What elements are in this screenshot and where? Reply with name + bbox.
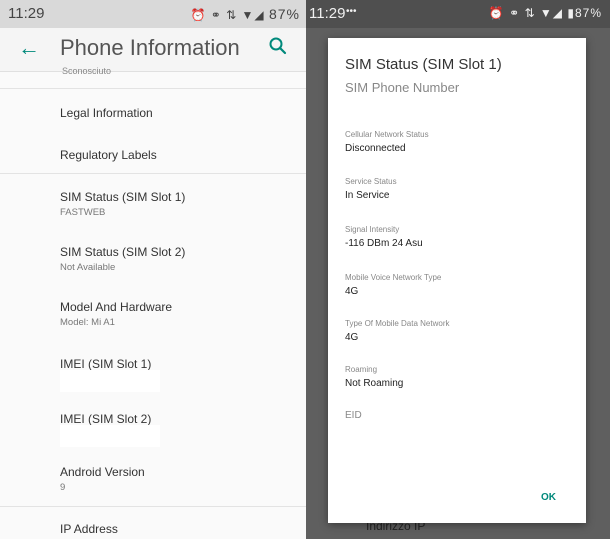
list-item-subtitle: FASTWEB [60, 207, 106, 218]
field-value: Disconnected [345, 143, 406, 154]
back-arrow-icon[interactable]: ← [18, 35, 40, 61]
field-signal-intensity: Signal Intensity -116 DBm 24 Asu [345, 225, 575, 249]
field-label: Service Status [345, 177, 397, 186]
list-item-subtitle: Not Available [60, 262, 116, 273]
field-label: Type Of Mobile Data Network [345, 319, 450, 328]
divider [0, 173, 306, 174]
list-item-subtitle: Model: Mi A1 [60, 317, 115, 328]
divider [0, 506, 306, 507]
status-time: 11:29 [309, 5, 346, 22]
field-value: Not Roaming [345, 378, 404, 389]
status-bar: 11:29 ••• ⏰ ⚭ ⇅ ▼◢ ▮87% [306, 0, 610, 28]
sim-status-dialog-screen: 11:29 ••• ⏰ ⚭ ⇅ ▼◢ ▮87% Indirizzo IP SIM… [306, 0, 610, 539]
field-value: In Service [345, 190, 390, 201]
list-item-ip-address[interactable]: IP Address [60, 522, 300, 536]
list-item-imei-slot-1[interactable]: IMEI (SIM Slot 1) [60, 357, 300, 371]
battery-level: 87% [268, 6, 300, 22]
status-icon-group: ⏰ ⚭ ⇅ ▼◢ ▮87% [488, 6, 602, 20]
eid-label: EID [345, 410, 362, 421]
ok-button[interactable]: OK [541, 492, 556, 503]
field-service-status: Service Status In Service [345, 177, 575, 201]
field-roaming: Roaming Not Roaming [345, 365, 575, 389]
list-item-title: Android Version [60, 465, 145, 479]
search-icon[interactable] [268, 36, 288, 56]
divider [0, 88, 306, 89]
list-item-title: IMEI (SIM Slot 1) [60, 357, 152, 371]
page-title: Phone Information [60, 35, 240, 60]
clipped-value: Sconosciuto [62, 66, 112, 76]
list-item-model-and-hardware[interactable]: Model And Hardware Model: Mi A1 [60, 300, 300, 328]
list-item-title: Legal Information [60, 106, 153, 120]
list-item-sim-status-slot-1[interactable]: SIM Status (SIM Slot 1) FASTWEB [60, 190, 300, 218]
status-icon-group: ⏰ ⚭ ⇅ ▼◢ [190, 8, 265, 22]
dialog-subtitle: SIM Phone Number [345, 80, 460, 95]
field-label: Cellular Network Status [345, 130, 429, 139]
status-bar: 11:29 ⏰ ⚭ ⇅ ▼◢ 87% [0, 0, 306, 28]
list-item-imei-slot-2[interactable]: IMEI (SIM Slot 2) [60, 412, 300, 426]
field-label: Signal Intensity [345, 225, 400, 234]
status-time: 11:29 [8, 5, 45, 22]
sim-status-dialog: SIM Status (SIM Slot 1) SIM Phone Number… [328, 38, 586, 523]
list-item-regulatory-labels[interactable]: Regulatory Labels [60, 148, 300, 162]
imei-redacted-value [60, 425, 160, 447]
status-icons: ⏰ ⚭ ⇅ ▼◢ 87% [190, 6, 300, 22]
list-item-title: SIM Status (SIM Slot 2) [60, 245, 186, 259]
imei-redacted-value [60, 370, 160, 392]
field-value: 4G [345, 286, 359, 297]
notification-dots: ••• [346, 6, 357, 17]
dialog-title: SIM Status (SIM Slot 1) [345, 56, 502, 73]
field-mobile-data-network-type: Type Of Mobile Data Network 4G [345, 319, 575, 343]
list-item-title: Model And Hardware [60, 300, 173, 314]
list-item-legal-information[interactable]: Legal Information [60, 106, 300, 120]
list-item-title: IMEI (SIM Slot 2) [60, 412, 152, 426]
list-item-title: IP Address [60, 522, 118, 536]
field-label: Mobile Voice Network Type [345, 273, 442, 282]
list-item-title: Regulatory Labels [60, 148, 157, 162]
list-item-android-version[interactable]: Android Version 9 [60, 465, 300, 493]
field-value: 4G [345, 332, 359, 343]
app-bar: ← Phone Information [0, 28, 306, 72]
field-mobile-voice-network-type: Mobile Voice Network Type 4G [345, 273, 575, 297]
list-item-sim-status-slot-2[interactable]: SIM Status (SIM Slot 2) Not Available [60, 245, 300, 273]
phone-information-screen: 11:29 ⏰ ⚭ ⇅ ▼◢ 87% ← Phone Information S… [0, 0, 306, 539]
list-item-subtitle: 9 [60, 482, 66, 493]
field-cellular-network-status: Cellular Network Status Disconnected [345, 130, 575, 154]
field-label: Roaming [345, 365, 378, 374]
field-value: -116 DBm 24 Asu [345, 238, 423, 249]
list-item-title: SIM Status (SIM Slot 1) [60, 190, 186, 204]
